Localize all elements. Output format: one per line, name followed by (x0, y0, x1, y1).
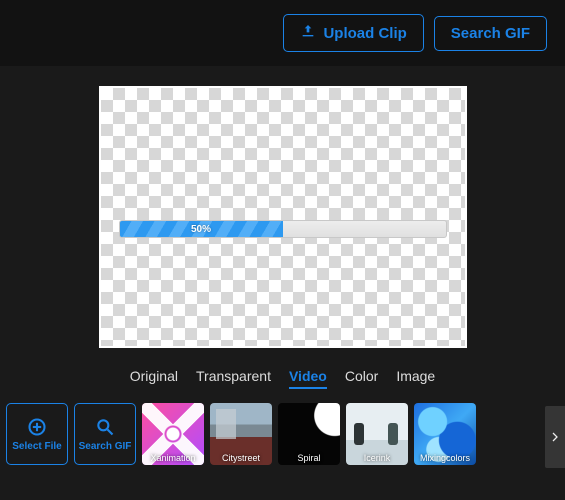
plus-circle-icon (27, 417, 47, 437)
thumbnail-label: Icerink (346, 452, 408, 465)
thumbnail-icerink[interactable]: Icerink (346, 403, 408, 465)
upload-clip-button[interactable]: Upload Clip (283, 14, 423, 52)
top-toolbar: Upload Clip Search GIF (0, 0, 565, 66)
tab-transparent[interactable]: Transparent (196, 368, 271, 389)
search-gif-top-button[interactable]: Search GIF (434, 16, 547, 51)
tab-original[interactable]: Original (130, 368, 178, 389)
thumbnail-label: Mixingcolors (414, 452, 476, 465)
upload-clip-label: Upload Clip (323, 25, 406, 42)
upload-icon (300, 23, 316, 43)
preview-canvas[interactable]: 50% (99, 86, 467, 348)
search-icon (95, 417, 115, 437)
progress-bar: 50% (119, 220, 447, 238)
chevron-right-icon (549, 427, 561, 447)
progress-label: 50% (191, 224, 211, 235)
thumbnail-label: Xanimation (142, 452, 204, 465)
select-file-button[interactable]: Select File (6, 403, 68, 465)
select-file-label: Select File (12, 441, 61, 452)
tab-image[interactable]: Image (396, 368, 435, 389)
search-gif-tile-label: Search GIF (79, 441, 132, 452)
thumbnail-citystreet[interactable]: Citystreet (210, 403, 272, 465)
thumbnail-spiral[interactable]: Spiral (278, 403, 340, 465)
thumbnail-row: Select File Search GIF Xanimation Cityst… (0, 399, 565, 475)
canvas-area: 50% (0, 66, 565, 356)
thumbnail-label: Citystreet (210, 452, 272, 465)
background-source-tabs: Original Transparent Video Color Image (0, 356, 565, 399)
thumbnail-mixingcolors[interactable]: Mixingcolors (414, 403, 476, 465)
search-gif-tile-button[interactable]: Search GIF (74, 403, 136, 465)
tab-video[interactable]: Video (289, 368, 327, 389)
progress-fill: 50% (120, 221, 283, 237)
tab-color[interactable]: Color (345, 368, 378, 389)
thumbnails-next-button[interactable] (545, 406, 565, 468)
thumbnail-xanimation[interactable]: Xanimation (142, 403, 204, 465)
thumbnail-label: Spiral (278, 452, 340, 465)
search-gif-top-label: Search GIF (451, 25, 530, 42)
